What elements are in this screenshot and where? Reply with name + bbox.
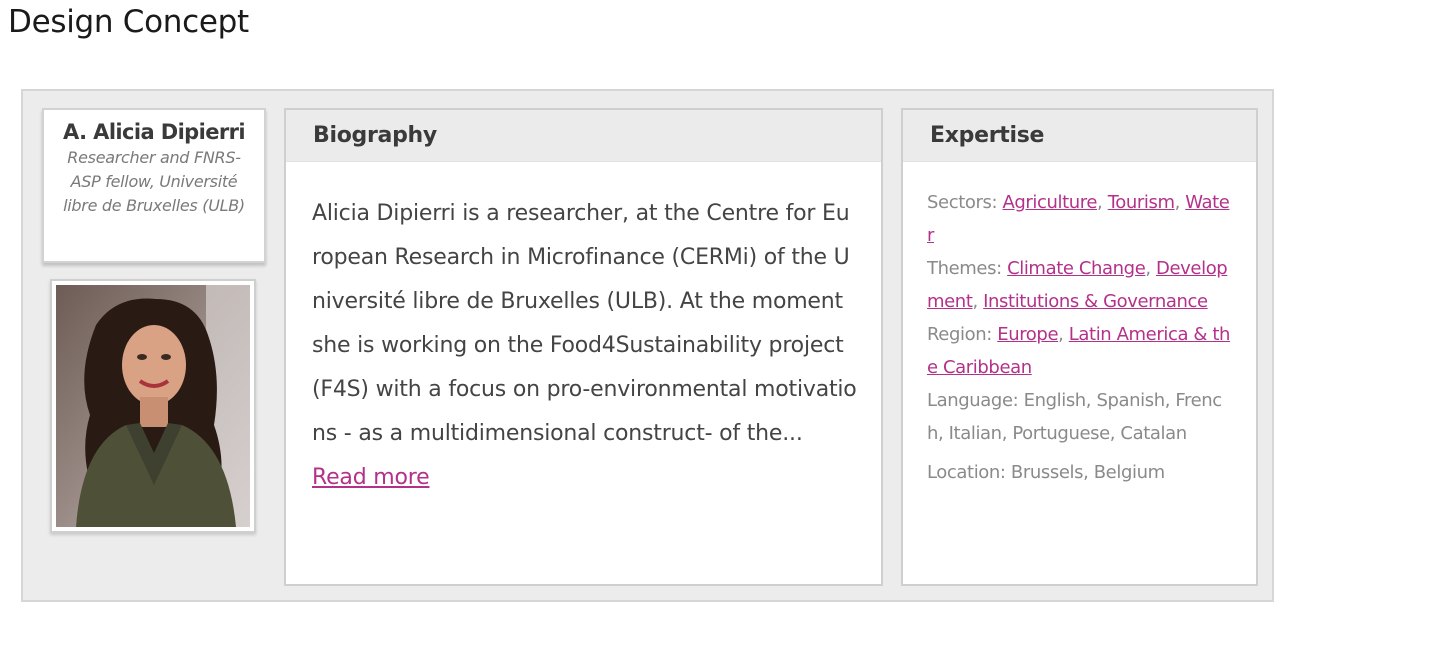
sectors-row: Sectors: Agriculture, Tourism, Water <box>927 192 1230 246</box>
portrait-image <box>56 285 250 527</box>
tag-link[interactable]: Tourism <box>1108 192 1175 213</box>
location-row: Location: Brussels, Belgium <box>927 462 1165 483</box>
themes-row: Themes: Climate Change, Development, Ins… <box>927 258 1228 312</box>
read-more-link[interactable]: Read more <box>312 456 430 500</box>
biography-text: Alicia Dipierri is a researcher, at the … <box>312 201 857 446</box>
expertise-heading: Expertise <box>903 110 1256 162</box>
sectors-label: Sectors: <box>927 192 998 213</box>
tag-link[interactable]: Climate Change <box>1007 258 1146 279</box>
expertise-panel: Expertise Sectors: Agriculture, Tourism,… <box>901 108 1258 586</box>
profile-name-box: A. Alicia Dipierri Researcher and FNRS-A… <box>42 108 266 263</box>
tag-link[interactable]: Agriculture <box>1002 192 1097 213</box>
profile-role: Researcher and FNRS-ASP fellow, Universi… <box>63 148 245 215</box>
profile-photo[interactable] <box>50 279 256 533</box>
profile-name: A. Alicia Dipierri <box>63 120 246 144</box>
region-row: Region: Europe, Latin America & the Cari… <box>927 324 1231 378</box>
profile-card: A. Alicia Dipierri Researcher and FNRS-A… <box>21 89 1274 602</box>
biography-heading: Biography <box>286 110 881 162</box>
themes-label: Themes: <box>927 258 1002 279</box>
page-title: Design Concept <box>8 4 249 40</box>
language-row: Language: English, Spanish, French, Ital… <box>927 390 1222 444</box>
tag-link[interactable]: Europe <box>997 324 1058 345</box>
tag-link[interactable]: Institutions & Governance <box>983 291 1208 312</box>
biography-panel: Biography Alicia Dipierri is a researche… <box>284 108 883 586</box>
region-label: Region: <box>927 324 992 345</box>
